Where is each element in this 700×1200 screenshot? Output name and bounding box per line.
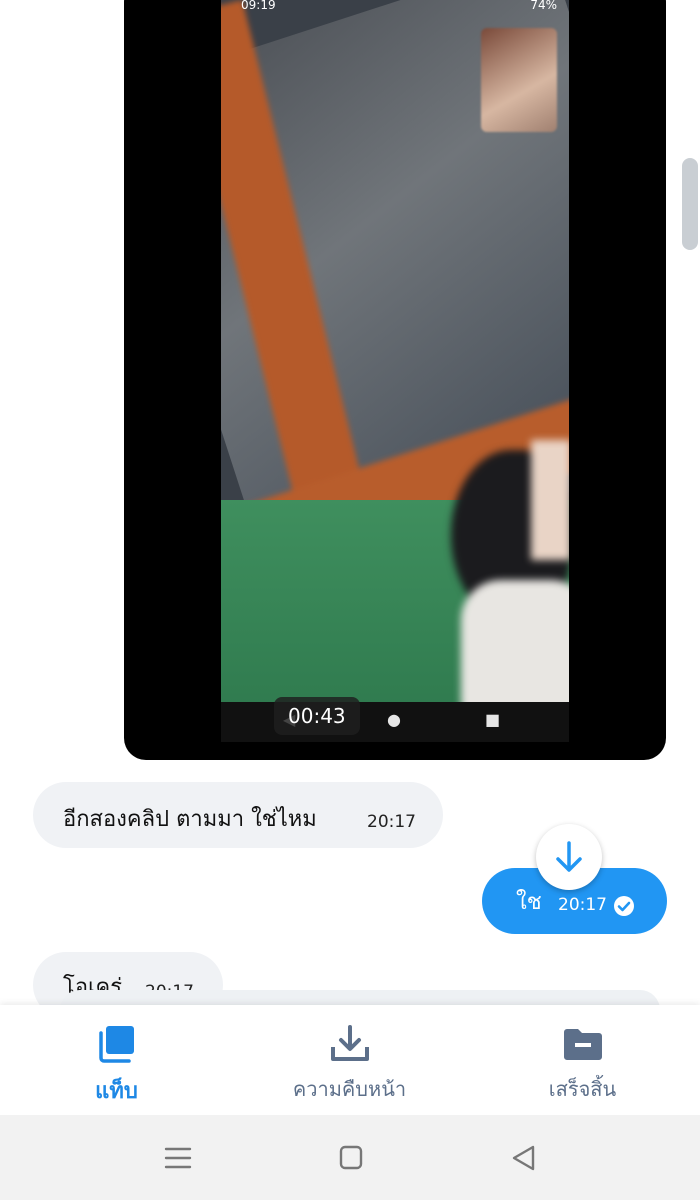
bottom-tab-bar: แท็บ ความคืบหน้า เสร็จสิ้น (0, 1005, 700, 1115)
video-thumbnail[interactable]: 09:19 74% (221, 0, 569, 722)
back-icon[interactable] (506, 1143, 542, 1173)
video-status-time: 09:19 (241, 0, 276, 12)
recent-apps-icon[interactable] (160, 1143, 196, 1173)
download-icon (331, 1025, 369, 1061)
tab-tabs[interactable]: แท็บ (0, 1005, 233, 1115)
video-status-battery: 74% (530, 0, 557, 12)
tab-progress[interactable]: ความคืบหน้า (233, 1005, 466, 1115)
download-button[interactable] (536, 824, 602, 890)
incoming-message[interactable]: อีกสองคลิป ตามมา ใช่ไหม 20:17 (33, 782, 443, 848)
tab-label: เสร็จสิ้น (548, 1077, 617, 1101)
tab-label: แท็บ (95, 1079, 138, 1104)
message-text: อีกสองคลิป ตามมา ใช่ไหม (63, 807, 317, 832)
scrollbar-thumb[interactable] (682, 158, 698, 250)
recent-apps-icon: ■ (485, 710, 501, 729)
read-check-icon (614, 896, 634, 916)
message-time: 20:17 (367, 812, 416, 832)
video-message[interactable]: 09:19 74% ◀ ● ■ 00:43 (124, 0, 666, 760)
tab-label: ความคืบหน้า (292, 1077, 407, 1101)
arrow-down-icon (556, 841, 582, 872)
tabs-icon (99, 1026, 134, 1063)
home-icon[interactable] (333, 1143, 369, 1173)
sheet-edge (60, 990, 660, 1005)
home-icon: ● (387, 710, 401, 729)
pip-preview (481, 28, 557, 132)
chat-area: 09:19 74% ◀ ● ■ 00:43 อีกสองคลิป ตามมา ใ… (0, 0, 700, 1005)
video-status-bar: 09:19 74% (221, 0, 569, 18)
message-time: 20:17 (558, 895, 607, 915)
video-duration: 00:43 (274, 697, 360, 735)
folder-icon (564, 1029, 602, 1060)
system-nav-bar (0, 1115, 700, 1200)
tab-completed[interactable]: เสร็จสิ้น (466, 1005, 699, 1115)
